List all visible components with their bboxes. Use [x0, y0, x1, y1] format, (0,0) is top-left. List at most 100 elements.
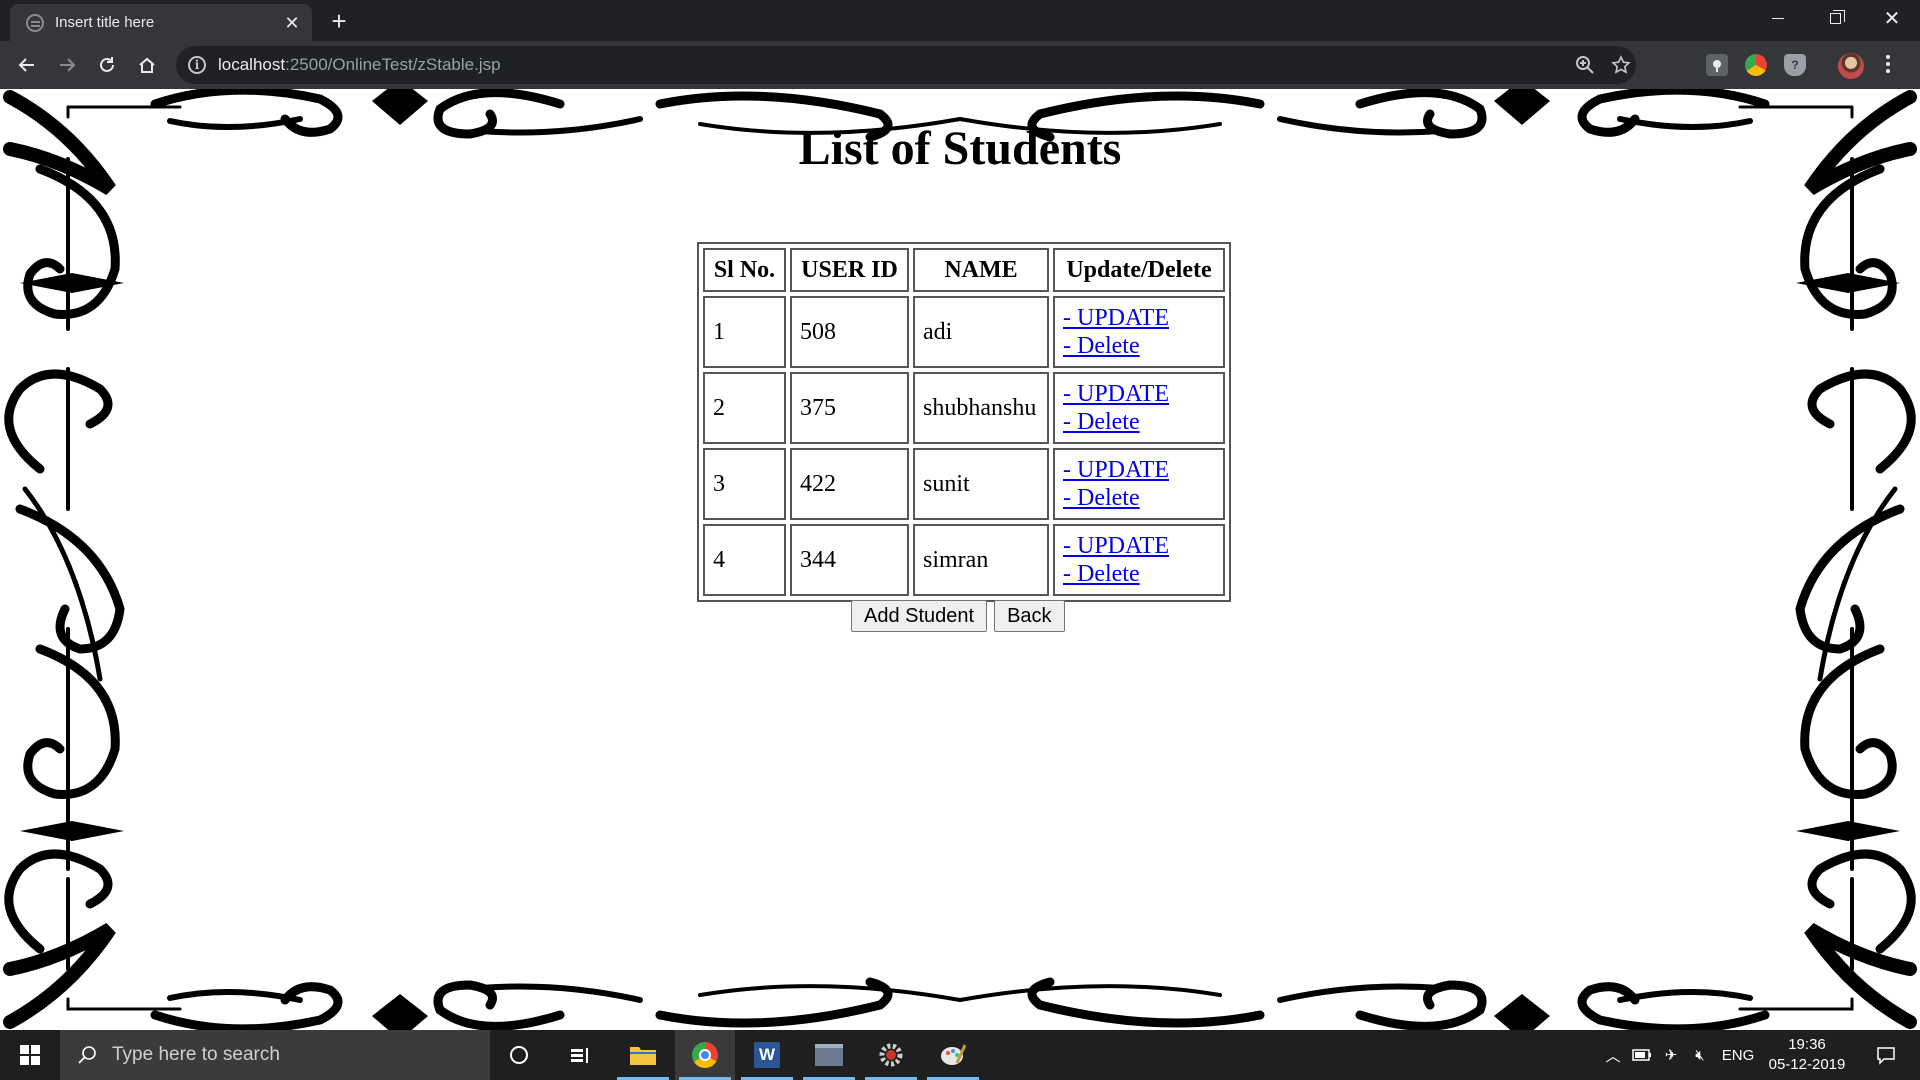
browser-menu-icon[interactable] [1885, 55, 1891, 75]
profile-avatar[interactable] [1838, 53, 1864, 79]
new-tab-icon[interactable]: + [325, 7, 353, 35]
update-link[interactable]: - UPDATE [1063, 380, 1215, 408]
search-input[interactable] [110, 1043, 450, 1067]
home-icon [139, 57, 155, 73]
airplane-mode-tray-button[interactable]: ✈ [1659, 1030, 1683, 1080]
back-nav-button[interactable] [11, 49, 43, 81]
battery-tray-button[interactable] [1630, 1030, 1654, 1080]
cell-actions: - UPDATE - Delete [1053, 296, 1225, 368]
start-button[interactable] [0, 1030, 60, 1080]
home-button[interactable] [131, 49, 163, 81]
action-center-button[interactable] [1866, 1030, 1906, 1080]
browser-toolbar: i localhost:2500/OnlineTest/zStable.jsp … [0, 41, 1920, 89]
column-header-user-id: USER ID [790, 248, 909, 292]
minimize-window-button[interactable] [1750, 0, 1806, 36]
delete-link[interactable]: - Delete [1063, 332, 1215, 360]
volume-muted-icon: 🔇︎ [1695, 1046, 1705, 1064]
column-header-sl-no: Sl No. [703, 248, 786, 292]
cell-sl-no: 2 [703, 372, 786, 444]
file-explorer-taskbar-button[interactable] [613, 1030, 673, 1080]
paint-taskbar-button[interactable] [923, 1030, 983, 1080]
notification-icon [1877, 1047, 1895, 1065]
globe-icon [26, 13, 44, 32]
update-link[interactable]: - UPDATE [1063, 532, 1215, 560]
delete-link[interactable]: - Delete [1063, 560, 1215, 588]
browser-tab[interactable]: Insert title here ✕ [10, 4, 312, 41]
cell-sl-no: 3 [703, 448, 786, 520]
table-row: 4 344 simran - UPDATE - Delete [703, 524, 1225, 596]
cell-name: sunit [913, 448, 1049, 520]
task-view-button[interactable] [550, 1030, 610, 1080]
arrow-left-icon [18, 58, 34, 72]
cortana-button[interactable] [489, 1030, 549, 1080]
cell-name: shubhanshu [913, 372, 1049, 444]
reload-icon [100, 57, 114, 72]
delete-link[interactable]: - Delete [1063, 484, 1215, 512]
restore-icon [1829, 9, 1845, 24]
form-buttons: Add Student Back [851, 600, 1065, 632]
cell-sl-no: 1 [703, 296, 786, 368]
taskbar-search-box[interactable] [60, 1030, 490, 1080]
tab-title: Insert title here [55, 14, 155, 31]
cell-user-id: 422 [790, 448, 909, 520]
cell-user-id: 344 [790, 524, 909, 596]
extension-shield-icon[interactable]: ? [1784, 54, 1806, 76]
zoom-icon[interactable] [1574, 54, 1596, 76]
back-button[interactable]: Back [994, 600, 1065, 632]
word-icon: W [754, 1042, 780, 1068]
task-view-icon [571, 1048, 588, 1063]
delete-link[interactable]: - Delete [1063, 408, 1215, 436]
table-row: 1 508 adi - UPDATE - Delete [703, 296, 1225, 368]
cortana-circle-icon [510, 1046, 528, 1064]
settings-gear-taskbar-button[interactable] [861, 1030, 921, 1080]
paint-palette-icon [941, 1044, 967, 1065]
volume-tray-button[interactable]: 🔇︎ [1688, 1030, 1712, 1080]
add-student-button[interactable]: Add Student [851, 600, 988, 632]
close-icon: ✕ [1883, 7, 1901, 30]
close-window-button[interactable]: ✕ [1864, 0, 1920, 36]
page-viewport: List of Students Sl No. USER ID NAME Upd… [0, 89, 1920, 1030]
update-link[interactable]: - UPDATE [1063, 304, 1215, 332]
url-text[interactable]: localhost:2500/OnlineTest/zStable.jsp [218, 55, 501, 75]
table-row: 2 375 shubhanshu - UPDATE - Delete [703, 372, 1225, 444]
address-bar[interactable]: i localhost:2500/OnlineTest/zStable.jsp [176, 46, 1636, 84]
column-header-name: NAME [913, 248, 1049, 292]
info-icon[interactable]: i [188, 56, 206, 74]
cell-actions: - UPDATE - Delete [1053, 448, 1225, 520]
taskbar-clock[interactable]: 19:36 05-12-2019 [1757, 1035, 1857, 1075]
windows-taskbar: W ︿ ✈ 🔇︎ ENG 19:36 05-12-2019 [0, 1030, 1920, 1080]
reload-button[interactable] [91, 49, 123, 81]
word-taskbar-button[interactable]: W [737, 1030, 797, 1080]
cell-name: adi [913, 296, 1049, 368]
gear-icon [879, 1043, 903, 1067]
forward-nav-button[interactable] [51, 49, 83, 81]
cell-name: simran [913, 524, 1049, 596]
folder-icon [630, 1047, 656, 1065]
clock-date: 05-12-2019 [1768, 1056, 1846, 1073]
page-title: List of Students [798, 122, 1122, 175]
bookmark-star-icon[interactable] [1610, 54, 1632, 76]
cell-user-id: 508 [790, 296, 909, 368]
extension-colorful-icon[interactable] [1745, 54, 1767, 76]
search-icon [78, 1046, 96, 1064]
cell-sl-no: 4 [703, 524, 786, 596]
chrome-taskbar-button[interactable] [675, 1030, 735, 1080]
battery-icon [1632, 1049, 1651, 1061]
extension-location-icon[interactable] [1706, 54, 1728, 76]
browser-tab-strip: Insert title here ✕ + ✕ [0, 0, 1920, 41]
chrome-icon [692, 1042, 718, 1068]
close-tab-icon[interactable]: ✕ [282, 13, 302, 33]
cell-actions: - UPDATE - Delete [1053, 524, 1225, 596]
language-indicator[interactable]: ENG [1718, 1030, 1758, 1080]
chevron-up-icon: ︿ [1605, 1047, 1621, 1065]
restore-window-button[interactable] [1807, 0, 1863, 36]
students-table: Sl No. USER ID NAME Update/Delete 1 508 … [697, 242, 1231, 602]
arrow-right-icon [60, 58, 76, 72]
show-hidden-icons-button[interactable]: ︿ [1601, 1030, 1625, 1080]
cell-user-id: 375 [790, 372, 909, 444]
app-window-taskbar-button[interactable] [799, 1030, 859, 1080]
update-link[interactable]: - UPDATE [1063, 456, 1215, 484]
cell-actions: - UPDATE - Delete [1053, 372, 1225, 444]
windows-logo-icon [20, 1045, 40, 1065]
window-app-icon [815, 1044, 843, 1066]
